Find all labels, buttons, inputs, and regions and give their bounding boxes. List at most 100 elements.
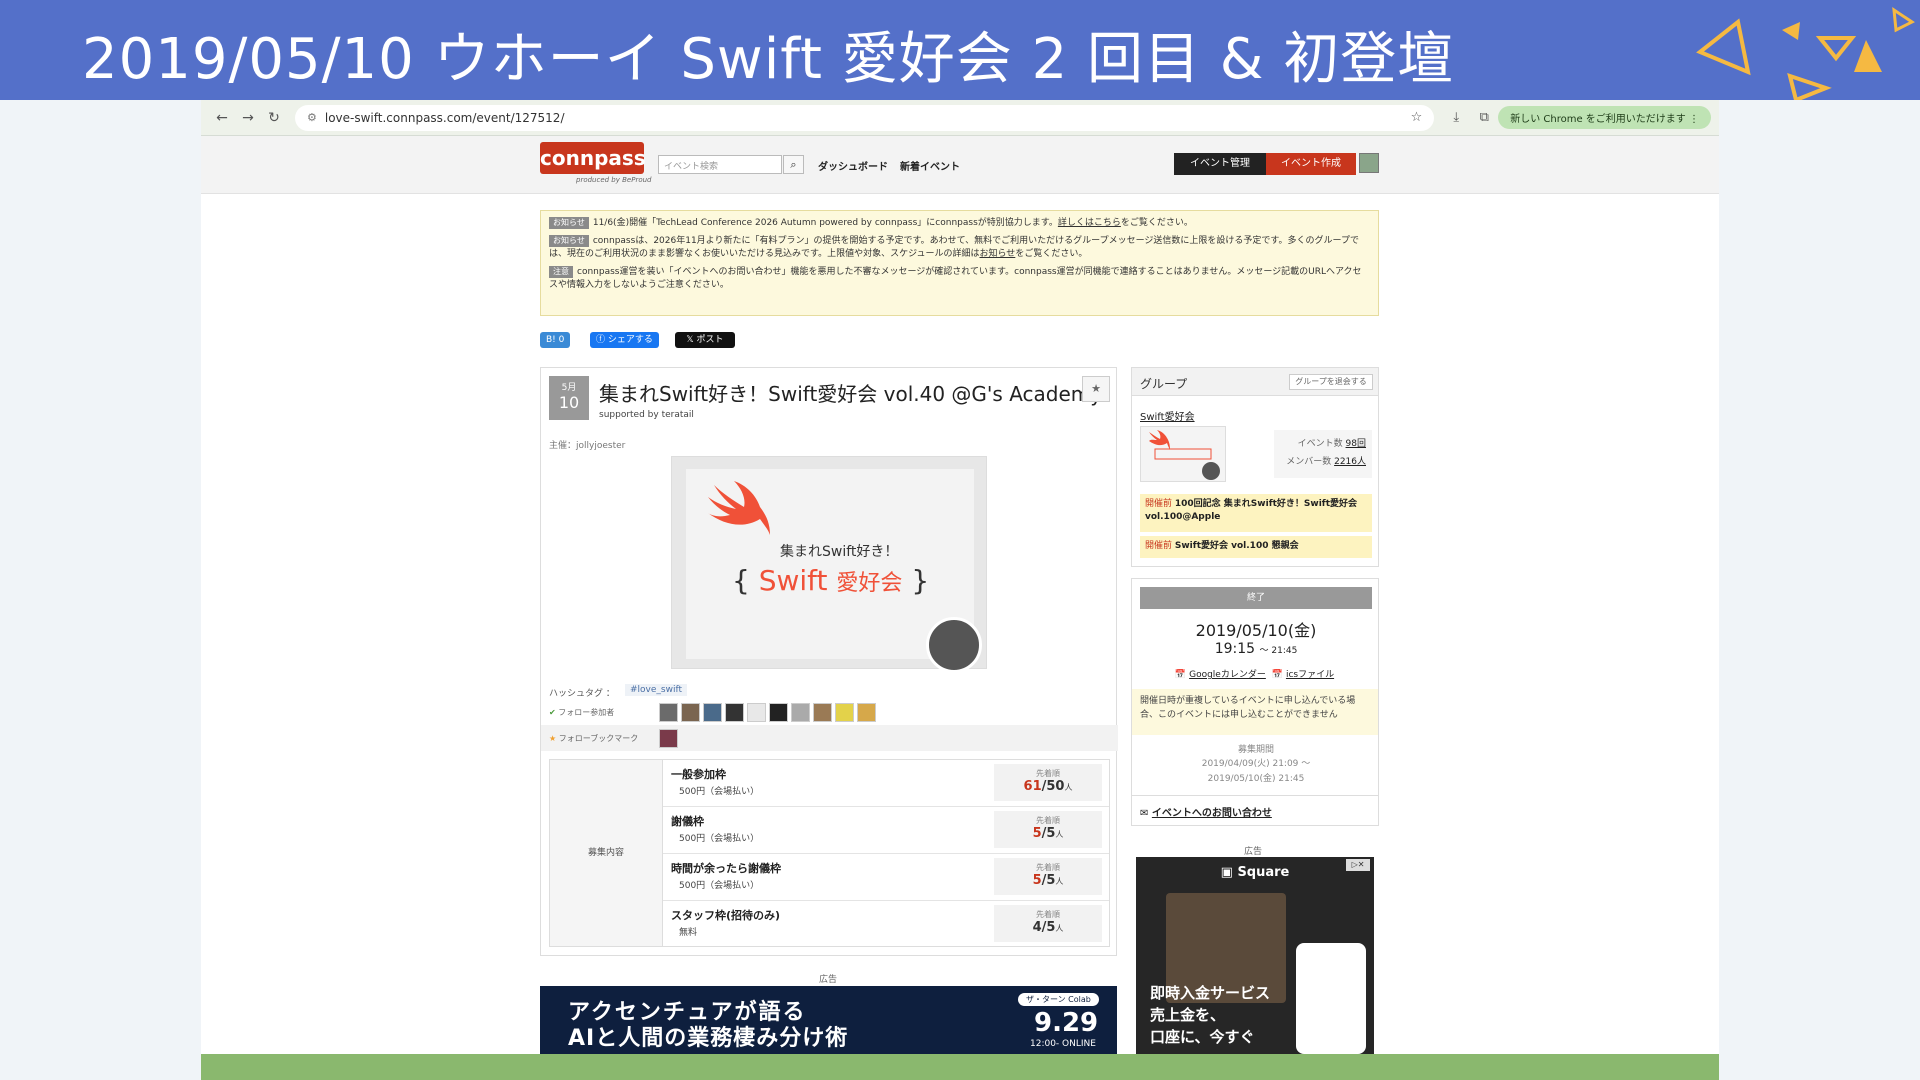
- hashtag-link[interactable]: #love_swift: [625, 684, 688, 696]
- leave-group-button[interactable]: グループを退会する: [1289, 374, 1373, 390]
- attendee-avatar[interactable]: [747, 703, 766, 722]
- attendee-avatar[interactable]: [681, 703, 700, 722]
- extension-icon[interactable]: ⧉: [1470, 110, 1498, 125]
- square-logo-icon: ▣: [1220, 865, 1233, 880]
- ticket-row: 謝儀枠 500円（会場払い） 先着順 5/5人: [663, 807, 1109, 854]
- follow-bookmark-row: ★ フォローブックマーク: [541, 725, 1118, 751]
- recruit-period-start: 2019/04/09(火) 21:09 〜: [1201, 759, 1311, 770]
- group-name-link[interactable]: Swift愛好会: [1140, 408, 1195, 423]
- contact-link[interactable]: ✉ イベントへのお問い合わせ: [1132, 795, 1378, 825]
- date-month: 5月: [561, 383, 577, 393]
- facebook-share-button[interactable]: ⓕ シェアする: [590, 332, 659, 348]
- slide-footer-bar: [201, 1054, 1719, 1080]
- attendee-avatar[interactable]: [813, 703, 832, 722]
- ticket-max: /5: [1041, 826, 1056, 841]
- ticket-count: 先着順 5/5人: [994, 811, 1102, 848]
- ticket-price: 500円（会場払い）: [679, 787, 760, 797]
- attendee-avatar[interactable]: [769, 703, 788, 722]
- attendee-avatar[interactable]: [791, 703, 810, 722]
- search-icon[interactable]: ⌕: [783, 155, 804, 174]
- check-icon: ✔: [549, 708, 556, 717]
- search-input[interactable]: イベント検索: [658, 155, 782, 174]
- group-members-label: メンバー数: [1286, 457, 1332, 467]
- image-caption-top: 集まれSwift好き！: [780, 544, 899, 560]
- ad-banner[interactable]: アクセンチュアが語る AIと人間の業務棲み分け術 ザ・ターン Colab 9.2…: [540, 986, 1117, 1054]
- address-bar[interactable]: ⚙ love-swift.connpass.com/event/127512/ …: [295, 104, 1435, 131]
- duplicate-warning: 開催日時が重複しているイベントに申し込んでいる場合、このイベントには申し込むこと…: [1132, 689, 1378, 735]
- event-time-start: 19:15: [1214, 641, 1256, 657]
- connpass-logo[interactable]: connpass: [540, 142, 646, 174]
- event-date-box: 終了 2019/05/10(金) 19:15 〜 21:45 📅 Googleカレ…: [1131, 578, 1379, 826]
- group-members-stat: メンバー数 2216人: [1280, 453, 1366, 471]
- x-post-label: ポスト: [696, 335, 724, 345]
- upcoming-event-link[interactable]: 開催前 Swift愛好会 vol.100 懇親会: [1140, 536, 1372, 558]
- download-icon[interactable]: ⤓: [1442, 110, 1470, 125]
- image-caption-jp: 愛好会: [836, 571, 903, 596]
- notice-link[interactable]: 詳しくはこちら: [1058, 218, 1121, 228]
- side-ad-line1: 即時入金サービス: [1150, 984, 1271, 1002]
- bookmark-avatar[interactable]: [659, 729, 678, 748]
- chrome-update-pill[interactable]: 新しい Chrome をご利用いただけます ⋮: [1498, 106, 1711, 129]
- event-date: 2019/05/10(金): [1195, 621, 1317, 640]
- event-create-button[interactable]: イベント作成: [1266, 153, 1356, 175]
- google-calendar-link[interactable]: Googleカレンダー: [1189, 670, 1266, 680]
- swift-logo-icon: [708, 481, 770, 535]
- notice-link[interactable]: お知らせ: [979, 249, 1015, 259]
- upcoming-tag: 開催前: [1145, 541, 1173, 551]
- nav-dashboard[interactable]: ダッシュボード: [818, 158, 888, 173]
- ticket-numbers: 61/50人: [994, 779, 1102, 794]
- x-post-button[interactable]: 𝕏 ポスト: [675, 332, 735, 348]
- browser-window: ← → ↻ ⚙ love-swift.connpass.com/event/12…: [201, 100, 1719, 1054]
- calendar-icon: 📅: [1271, 670, 1283, 680]
- contact-link-text: イベントへのお問い合わせ: [1151, 808, 1272, 819]
- ad-banner-online: 12:00- ONLINE: [1030, 1039, 1096, 1049]
- event-subtitle: supported by teratail: [599, 410, 694, 420]
- notice-text: connpassは、2026年11月より新たに「有料プラン」の提供を開始する予定…: [549, 236, 1359, 260]
- group-members-value[interactable]: 2216人: [1334, 457, 1366, 467]
- capacity-label: 募集内容: [550, 760, 663, 946]
- ad-banner-tag: ザ・ターン Colab: [1018, 993, 1099, 1006]
- date-day: 10: [558, 393, 580, 412]
- image-caption-word: Swift: [758, 564, 828, 597]
- notice-box: お知らせ 11/6(金)開催「TechLead Conference 2026 A…: [540, 210, 1379, 316]
- follow-attendees-row: ✔ フォロー参加者: [541, 699, 1118, 725]
- ad-banner-line2: AIと人間の業務棲み分け術: [568, 1026, 849, 1051]
- attendee-avatar[interactable]: [659, 703, 678, 722]
- group-box: グループ グループを退会する Swift愛好会 イベント数 98回 メンバー数 …: [1131, 367, 1379, 567]
- attendee-avatar[interactable]: [835, 703, 854, 722]
- back-icon[interactable]: ←: [209, 110, 235, 126]
- forward-icon[interactable]: →: [235, 110, 261, 126]
- nav-new-events[interactable]: 新着イベント: [900, 158, 960, 173]
- reload-icon[interactable]: ↻: [261, 110, 287, 126]
- ticket-unit: 人: [1055, 830, 1064, 839]
- group-header: グループ グループを退会する: [1132, 368, 1378, 396]
- chrome-update-text: 新しい Chrome をご利用いただけます: [1510, 114, 1686, 125]
- ics-file-link[interactable]: icsファイル: [1286, 670, 1334, 680]
- user-avatar[interactable]: [1359, 153, 1379, 173]
- site-info-icon[interactable]: ⚙: [307, 111, 317, 124]
- hatena-button[interactable]: B! 0: [540, 332, 571, 348]
- attendee-avatar[interactable]: [725, 703, 744, 722]
- attendee-avatar[interactable]: [703, 703, 722, 722]
- recruit-period-end: 2019/05/10(金) 21:45: [1207, 773, 1305, 784]
- upcoming-text: Swift愛好会 vol.100 懇親会: [1174, 541, 1299, 551]
- attendee-avatar[interactable]: [857, 703, 876, 722]
- bookmark-icon[interactable]: ★: [1082, 376, 1110, 402]
- ticket-name: 一般参加枠: [671, 768, 726, 781]
- group-events-stat: イベント数 98回: [1280, 435, 1366, 453]
- event-manage-button[interactable]: イベント管理: [1174, 153, 1266, 175]
- event-image-canvas: 集まれSwift好き！ { Swift 愛好会 }: [686, 469, 982, 673]
- group-events-value[interactable]: 98回: [1346, 439, 1366, 449]
- ticket-count: 先着順 5/5人: [994, 858, 1102, 895]
- bookmark-star-icon[interactable]: ☆: [1411, 110, 1423, 125]
- date-badge: 5月 10: [549, 376, 589, 420]
- ticket-current: 61: [1023, 779, 1042, 794]
- group-thumbnail[interactable]: [1140, 426, 1226, 482]
- ticket-unit: 人: [1055, 877, 1064, 886]
- event-image: 集まれSwift好き！ { Swift 愛好会 }: [671, 456, 987, 673]
- event-main: 5月 10 集まれSwift好き！Swift愛好会 vol.40 @G's Ac…: [540, 367, 1118, 956]
- notice-tag: お知らせ: [549, 235, 589, 247]
- side-ad[interactable]: ▷✕ ▣ Square 即時入金サービス 売上金を、 口座に、今すぐ: [1136, 857, 1374, 1054]
- upcoming-event-link[interactable]: 開催前 100回記念 集まれSwift好き！Swift愛好会vol.100@Ap…: [1140, 494, 1372, 532]
- site-header: connpass produced by BeProud イベント検索 ⌕ ダッ…: [201, 136, 1719, 194]
